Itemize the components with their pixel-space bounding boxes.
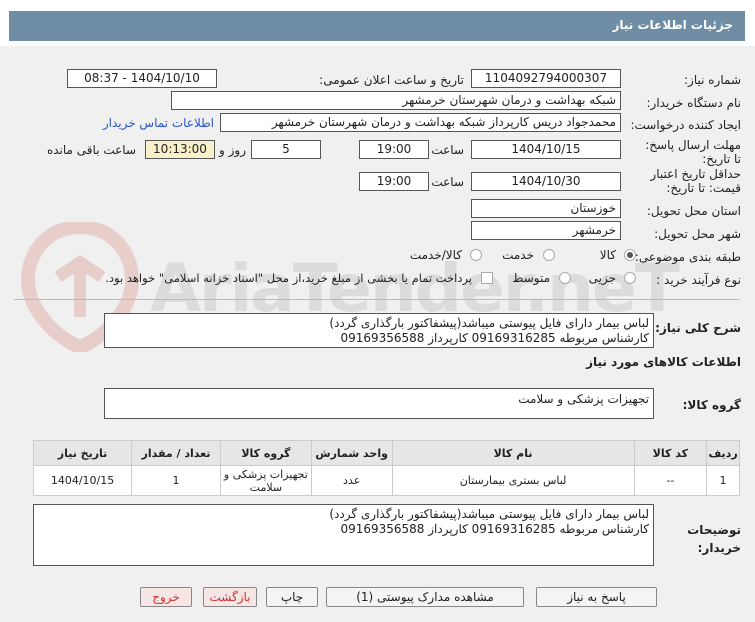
cell-goods-code: -- <box>633 465 708 496</box>
cell-row-number: 1 <box>706 465 740 496</box>
buyer-notes-line-2: کارشناس مربوطه 09169316285 کارپرداز 0916… <box>340 522 649 536</box>
buyer-notes-line-1: لباس بیمار دارای فایل پیوستی میباشد(پیشف… <box>329 507 649 521</box>
city-field: خرمشهر <box>471 221 621 240</box>
purchase-radio-minor[interactable] <box>624 272 636 284</box>
page-title: جزئیات اطلاعات نیاز <box>612 18 733 32</box>
cell-goods-name: لباس بستری بیمارستان <box>391 465 635 496</box>
treasury-checkbox[interactable] <box>481 272 493 284</box>
requester-label: ایجاد کننده درخواست: <box>630 118 741 132</box>
contact-buyer-link[interactable]: اطلاعات تماس خریدار <box>103 116 214 130</box>
general-desc-label: شرح کلی نیاز: <box>655 321 741 335</box>
buyer-org-label: نام دستگاه خریدار: <box>646 96 742 110</box>
province-field: خوزستان <box>471 199 621 218</box>
city-label: شهر محل تحویل: <box>654 227 741 241</box>
purchase-option-minor: جزیی <box>588 271 616 285</box>
deadline-time-field: 19:00 <box>359 140 429 159</box>
deadline-label: مهلت ارسال پاسخ: تا تاریخ: <box>645 138 741 166</box>
exit-button[interactable]: خروج <box>140 587 192 607</box>
purchase-option-medium: متوسط <box>512 271 550 285</box>
view-attachments-button[interactable]: مشاهده مدارک پیوستی (1) <box>326 587 524 607</box>
goods-info-heading: اطلاعات کالاهای مورد نیاز <box>586 355 741 369</box>
category-radio-both[interactable] <box>470 249 482 261</box>
days-label: روز و <box>219 143 246 157</box>
table-row: 1 -- لباس بستری بیمارستان عدد تجهیزات پز… <box>32 465 740 496</box>
validity-time-field: 19:00 <box>359 172 429 191</box>
goods-group-label: گروه کالا: <box>682 398 741 412</box>
category-option-goods: کالا <box>599 248 616 262</box>
category-radio-service[interactable] <box>543 249 555 261</box>
remaining-label: ساعت باقی مانده <box>46 143 136 157</box>
buyer-org-field: شبکه بهداشت و درمان شهرستان خرمشهر <box>171 91 621 110</box>
table-header-row: ردیف کد کالا نام کالا واحد شمارش گروه کا… <box>32 440 740 466</box>
category-label: طبقه بندی موضوعی: <box>634 250 741 264</box>
validity-date-field: 1404/10/30 <box>471 172 621 191</box>
deadline-time-label: ساعت <box>431 143 464 157</box>
goods-table: ردیف کد کالا نام کالا واحد شمارش گروه کا… <box>32 440 740 496</box>
remaining-time-field: 10:13:00 <box>145 140 215 159</box>
reply-button[interactable]: پاسخ به نیاز <box>536 587 657 607</box>
category-radio-goods[interactable] <box>624 249 636 261</box>
need-number-field: 1104092794000307 <box>471 69 621 88</box>
province-label: استان محل تحویل: <box>646 204 741 218</box>
col-quantity: تعداد / مقدار <box>131 440 221 466</box>
buyer-notes-label: توضیحات خریدار: <box>687 523 741 555</box>
treasury-checkbox-label: پرداخت تمام یا بخشی از مبلغ خرید،از محل … <box>105 271 472 285</box>
back-button[interactable]: بازگشت <box>203 587 257 607</box>
category-option-both: کالا/خدمت <box>409 248 462 262</box>
purchase-type-label: نوع فرآیند خرید : <box>656 273 741 287</box>
category-option-service: خدمت <box>502 248 534 262</box>
title-bar: جزئیات اطلاعات نیاز <box>9 11 745 41</box>
requester-field: محمدجواد دریس کارپرداز شبکه بهداشت و درم… <box>220 113 621 132</box>
print-button[interactable]: چاپ <box>266 587 318 607</box>
goods-group-field: تجهیزات پزشکی و سلامت <box>104 388 654 419</box>
col-row-number: ردیف <box>706 440 740 466</box>
divider <box>14 299 740 300</box>
col-need-date: تاریخ نیاز <box>32 440 133 466</box>
purchase-radio-medium[interactable] <box>559 272 571 284</box>
col-goods-group: گروه کالا <box>219 440 312 466</box>
col-goods-name: نام کالا <box>391 440 635 466</box>
buyer-notes-field: لباس بیمار دارای فایل پیوستی میباشد(پیشف… <box>33 504 654 566</box>
cell-goods-group: تجهیزات پزشکی و سلامت <box>219 465 312 496</box>
cell-need-date: 1404/10/15 <box>32 465 133 496</box>
validity-time-label: ساعت <box>431 175 464 189</box>
validity-label: حداقل تاریخ اعتبار قیمت: تا تاریخ: <box>650 167 741 195</box>
col-unit: واحد شمارش <box>310 440 393 466</box>
announce-datetime-label: تاریخ و ساعت اعلان عمومی: <box>319 73 464 87</box>
general-desc-line-1: لباس بیمار دارای فایل پیوستی میباشد(پیشف… <box>329 316 649 330</box>
cell-unit: عدد <box>310 465 393 496</box>
need-number-label: شماره نیاز: <box>684 73 741 87</box>
cell-quantity: 1 <box>131 465 221 496</box>
announce-datetime-field: 1404/10/10 - 08:37 <box>67 69 217 88</box>
days-field: 5 <box>251 140 321 159</box>
general-desc-field: لباس بیمار دارای فایل پیوستی میباشد(پیشف… <box>104 313 654 348</box>
general-desc-line-2: کارشناس مربوطه 09169316285 کارپرداز 0916… <box>340 331 649 345</box>
deadline-date-field: 1404/10/15 <box>471 140 621 159</box>
col-goods-code: کد کالا <box>633 440 708 466</box>
